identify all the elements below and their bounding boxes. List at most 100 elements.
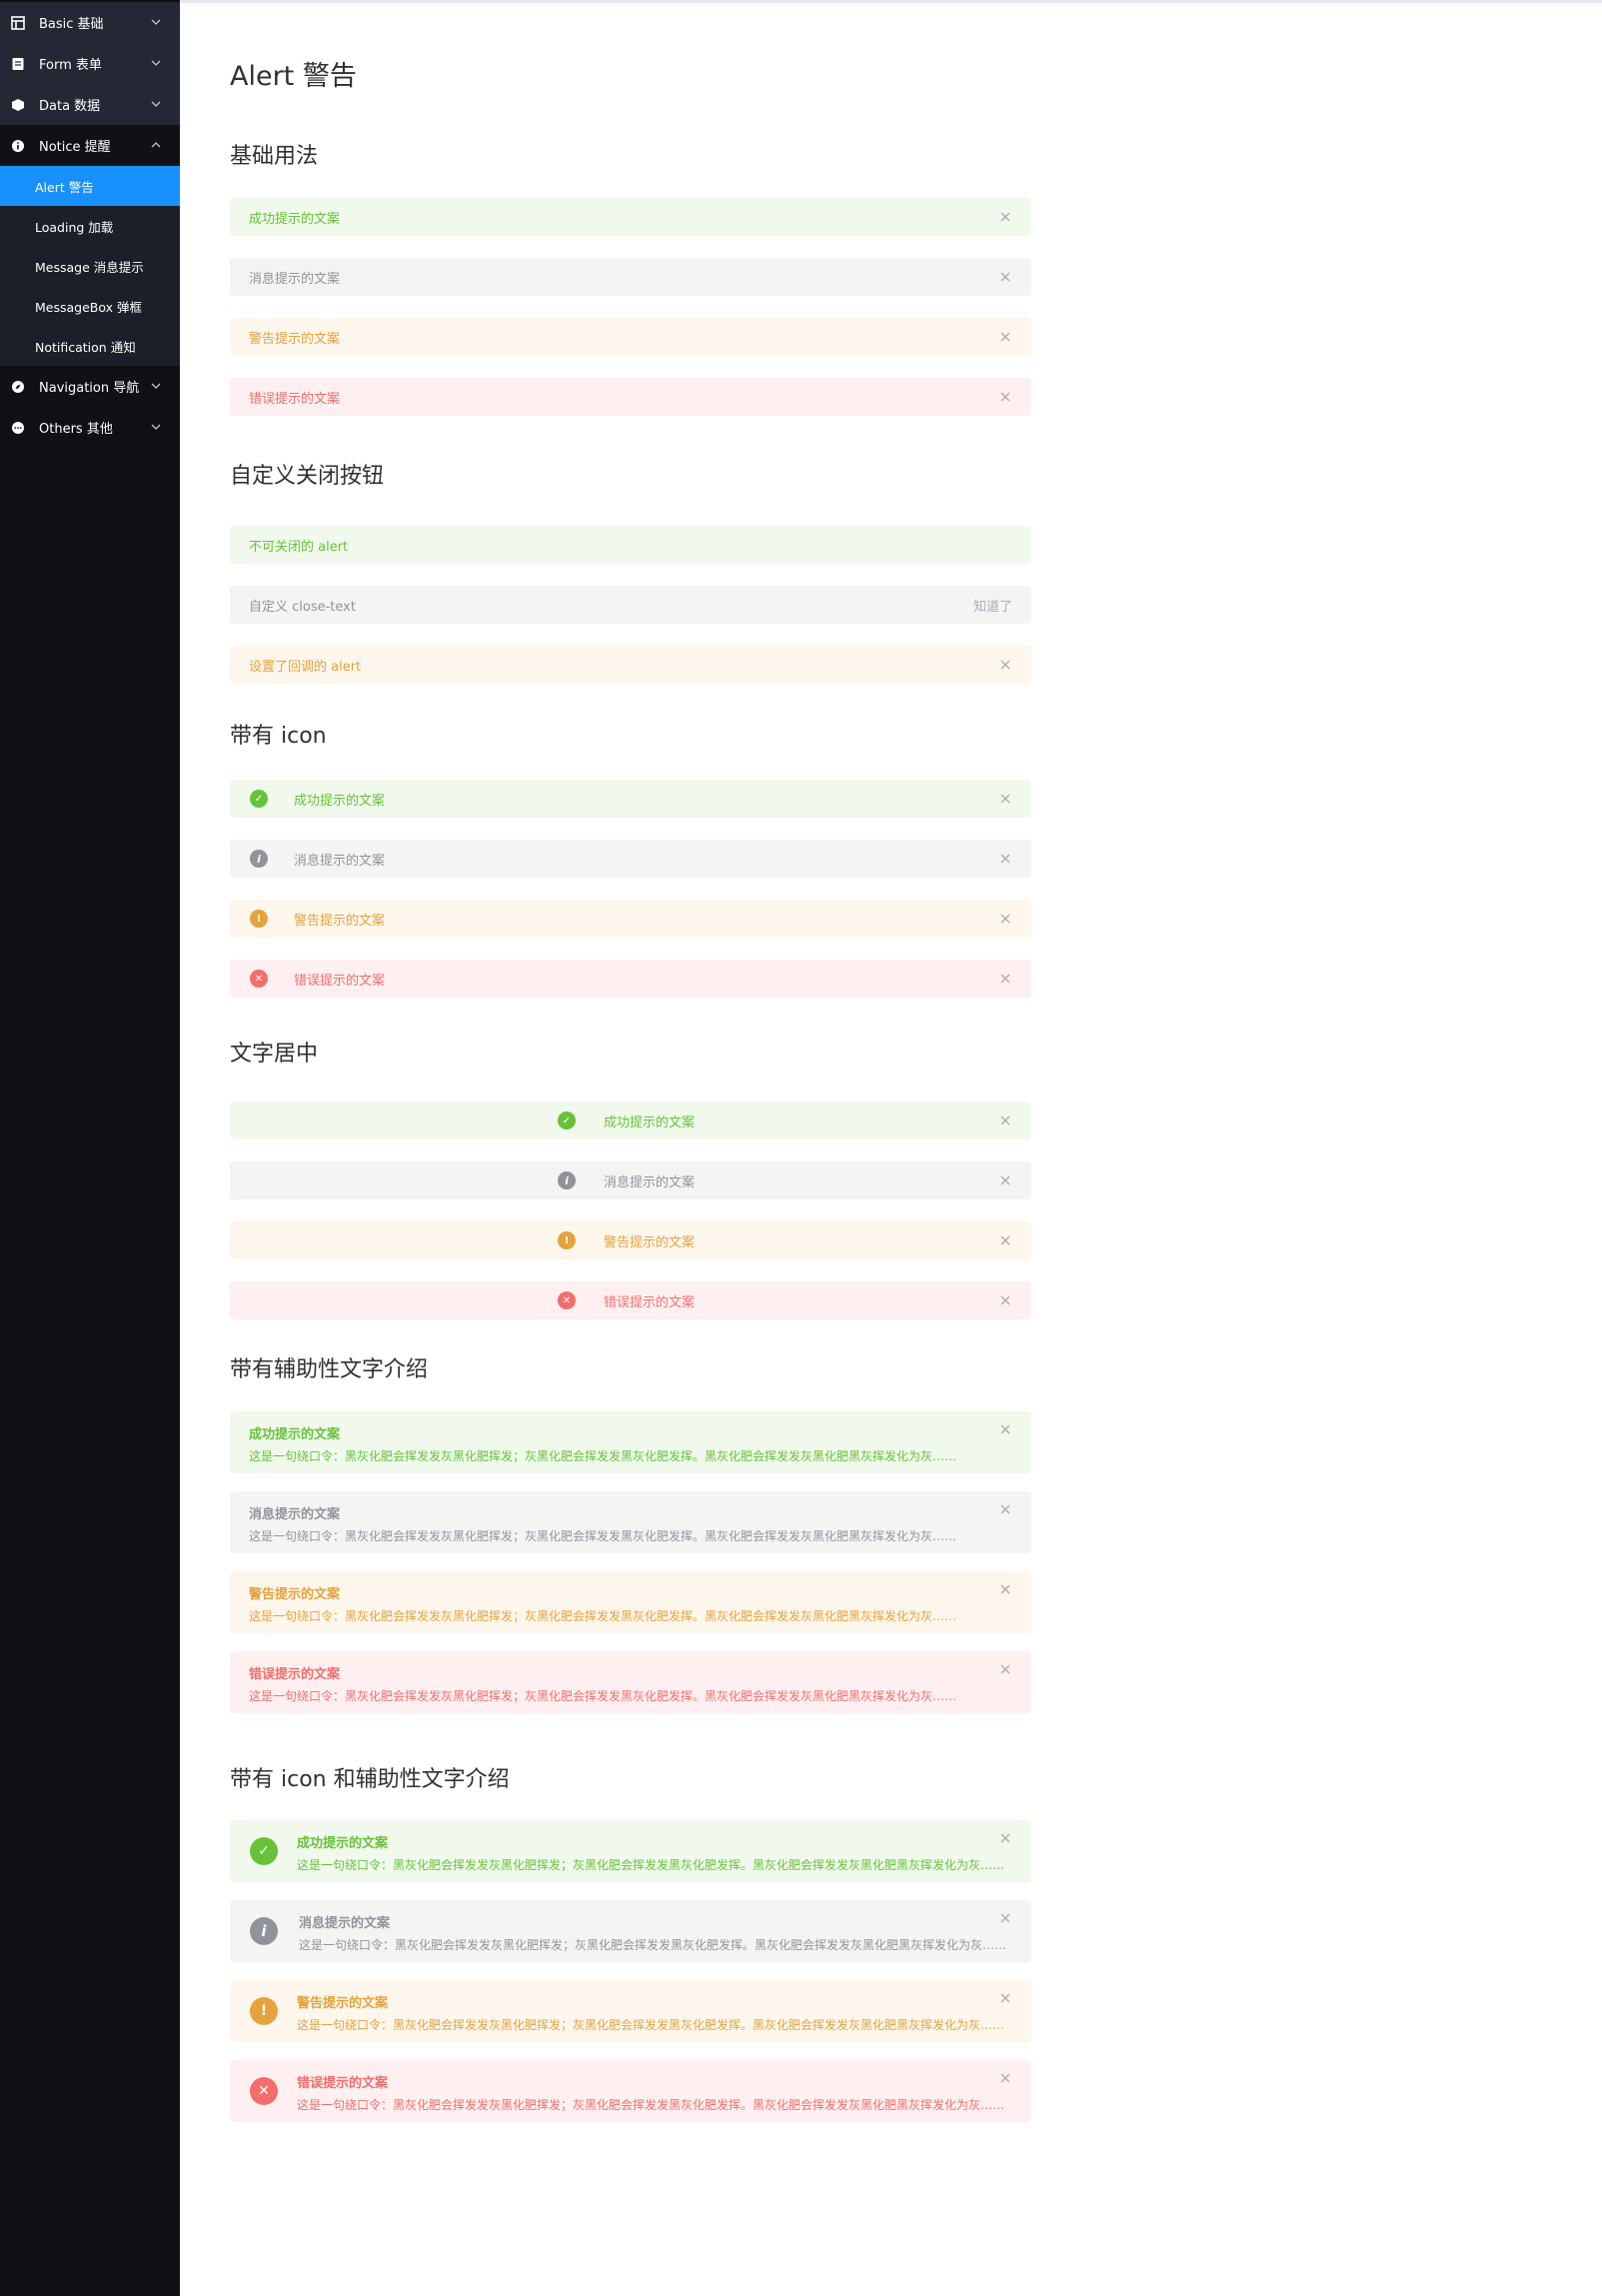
sidebar-item-loading[interactable]: Loading 加载 bbox=[0, 206, 180, 246]
section-title-center: 文字居中 bbox=[230, 1042, 319, 1067]
alert-description: 这是一句绕口令：黑灰化肥会挥发发灰黑化肥挥发；灰黑化肥会挥发发黑灰化肥发挥。黑灰… bbox=[249, 1689, 957, 1703]
sidebar-item-message[interactable]: Message 消息提示 bbox=[0, 246, 180, 286]
alert-text: 警告提示的文案 bbox=[604, 1234, 696, 1250]
alert-text: 消息提示的文案 bbox=[294, 853, 386, 869]
alert-info-desc: 消息提示的文案 这是一句绕口令：黑灰化肥会挥发发灰黑化肥挥发；灰黑化肥会挥发发黑… bbox=[230, 1491, 1031, 1553]
alert-text: 消息提示的文案 bbox=[604, 1174, 696, 1190]
sidebar-item-notification[interactable]: Notification 通知 bbox=[0, 326, 180, 366]
more-icon bbox=[10, 420, 26, 436]
sidebar: Basic 基础 Form 表单 Data 数据 Notice 提醒 Alert… bbox=[0, 0, 180, 2296]
alert-text: 不可关闭的 alert bbox=[249, 539, 349, 555]
section-title-basic: 基础用法 bbox=[230, 144, 319, 169]
section-title-desc: 带有辅助性文字介绍 bbox=[230, 1357, 429, 1382]
menu-others[interactable]: Others 其他 bbox=[0, 407, 180, 448]
chevron-down-icon bbox=[151, 383, 161, 389]
alert-info: 消息提示的文案 bbox=[230, 258, 1031, 296]
menu-label: Data 数据 bbox=[39, 99, 101, 114]
menu-notice[interactable]: Notice 提醒 bbox=[0, 125, 180, 166]
sub-label: Alert 警告 bbox=[35, 179, 94, 195]
menu-navigation[interactable]: Navigation 导航 bbox=[0, 366, 180, 407]
alert-warning-center: ! 警告提示的文案 bbox=[230, 1221, 1031, 1259]
grid-icon bbox=[10, 15, 26, 31]
chevron-up-icon bbox=[151, 142, 161, 148]
close-icon[interactable] bbox=[999, 391, 1011, 403]
close-icon[interactable] bbox=[999, 973, 1011, 985]
close-icon[interactable] bbox=[999, 913, 1011, 925]
sub-label: Loading 加载 bbox=[35, 219, 114, 235]
alert-info-icon-desc: i 消息提示的文案 这是一句绕口令：黑灰化肥会挥发发灰黑化肥挥发；灰黑化肥会挥发… bbox=[230, 1900, 1031, 1962]
info-circle-icon: i bbox=[250, 1917, 278, 1945]
data-icon bbox=[10, 97, 26, 113]
menu-form[interactable]: Form 表单 bbox=[0, 43, 180, 84]
close-icon[interactable] bbox=[999, 2072, 1011, 2084]
chevron-down-icon bbox=[151, 19, 161, 25]
menu-basic[interactable]: Basic 基础 bbox=[0, 2, 180, 43]
close-icon[interactable] bbox=[999, 1294, 1011, 1306]
chevron-down-icon bbox=[151, 424, 161, 430]
close-icon[interactable] bbox=[999, 331, 1011, 343]
alert-success-desc: 成功提示的文案 这是一句绕口令：黑灰化肥会挥发发灰黑化肥挥发；灰黑化肥会挥发发黑… bbox=[230, 1411, 1031, 1473]
close-icon[interactable] bbox=[999, 211, 1011, 223]
alert-description: 这是一句绕口令：黑灰化肥会挥发发灰黑化肥挥发；灰黑化肥会挥发发黑灰化肥发挥。黑灰… bbox=[297, 2098, 1005, 2112]
close-icon[interactable] bbox=[999, 1583, 1011, 1595]
info-circle-icon: i bbox=[250, 850, 268, 868]
close-icon[interactable] bbox=[999, 271, 1011, 283]
close-icon[interactable] bbox=[999, 1174, 1011, 1186]
close-icon[interactable] bbox=[999, 1912, 1011, 1924]
warning-circle-icon: ! bbox=[250, 1997, 278, 2025]
warning-circle-icon: ! bbox=[250, 910, 268, 928]
section-title-custom-close: 自定义关闭按钮 bbox=[230, 464, 385, 489]
alert-custom-close-text: 自定义 close-text 知道了 bbox=[230, 586, 1031, 624]
close-icon[interactable] bbox=[999, 1832, 1011, 1844]
close-icon[interactable] bbox=[999, 1663, 1011, 1675]
alert-text: 错误提示的文案 bbox=[604, 1294, 696, 1310]
alert-title: 警告提示的文案 bbox=[249, 1587, 341, 1602]
alert-success: 成功提示的文案 bbox=[230, 198, 1031, 236]
alert-success-icon-desc: ✓ 成功提示的文案 这是一句绕口令：黑灰化肥会挥发发灰黑化肥挥发；灰黑化肥会挥发… bbox=[230, 1820, 1031, 1882]
alert-text: 自定义 close-text bbox=[249, 599, 356, 615]
close-icon[interactable] bbox=[999, 1503, 1011, 1515]
alert-text: 警告提示的文案 bbox=[249, 331, 341, 347]
alert-error-icon-desc: ✕ 错误提示的文案 这是一句绕口令：黑灰化肥会挥发发灰黑化肥挥发；灰黑化肥会挥发… bbox=[230, 2060, 1031, 2122]
close-icon[interactable] bbox=[999, 1992, 1011, 2004]
alert-not-closable: 不可关闭的 alert bbox=[230, 526, 1031, 564]
alert-title: 错误提示的文案 bbox=[249, 1667, 341, 1682]
sidebar-item-messagebox[interactable]: MessageBox 弹框 bbox=[0, 286, 180, 326]
menu-data[interactable]: Data 数据 bbox=[0, 84, 180, 125]
alert-info-icon: i 消息提示的文案 bbox=[230, 840, 1031, 878]
alert-error-center: ✕ 错误提示的文案 bbox=[230, 1281, 1031, 1319]
alert-title: 消息提示的文案 bbox=[299, 1916, 391, 1931]
alert-text: 警告提示的文案 bbox=[294, 913, 386, 929]
section-title-icon-desc: 带有 icon 和辅助性文字介绍 bbox=[230, 1767, 510, 1792]
close-icon[interactable] bbox=[999, 1234, 1011, 1246]
page-title: Alert 警告 bbox=[230, 61, 357, 92]
chevron-down-icon bbox=[151, 60, 161, 66]
info-circle-icon: i bbox=[558, 1171, 576, 1189]
sub-label: MessageBox 弹框 bbox=[35, 299, 142, 315]
close-icon[interactable] bbox=[999, 1115, 1011, 1127]
alert-text: 成功提示的文案 bbox=[604, 1115, 696, 1131]
alert-description: 这是一句绕口令：黑灰化肥会挥发发灰黑化肥挥发；灰黑化肥会挥发发黑灰化肥发挥。黑灰… bbox=[249, 1609, 957, 1623]
top-divider bbox=[180, 0, 1602, 3]
alert-text: 错误提示的文案 bbox=[294, 973, 386, 989]
menu-label: Notice 提醒 bbox=[39, 140, 111, 155]
alert-callback: 设置了回调的 alert bbox=[230, 646, 1031, 684]
section-title-with-icon: 带有 icon bbox=[230, 724, 327, 749]
alert-warning-icon-desc: ! 警告提示的文案 这是一句绕口令：黑灰化肥会挥发发灰黑化肥挥发；灰黑化肥会挥发… bbox=[230, 1980, 1031, 2042]
alert-description: 这是一句绕口令：黑灰化肥会挥发发灰黑化肥挥发；灰黑化肥会挥发发黑灰化肥发挥。黑灰… bbox=[299, 1938, 1007, 1952]
close-icon[interactable] bbox=[999, 793, 1011, 805]
close-icon[interactable] bbox=[999, 1423, 1011, 1435]
alert-error-desc: 错误提示的文案 这是一句绕口令：黑灰化肥会挥发发灰黑化肥挥发；灰黑化肥会挥发发黑… bbox=[230, 1651, 1031, 1713]
close-icon[interactable] bbox=[999, 659, 1011, 671]
alert-description: 这是一句绕口令：黑灰化肥会挥发发灰黑化肥挥发；灰黑化肥会挥发发黑灰化肥发挥。黑灰… bbox=[249, 1529, 957, 1543]
error-circle-icon: ✕ bbox=[250, 970, 268, 988]
check-circle-icon: ✓ bbox=[250, 790, 268, 808]
close-icon[interactable] bbox=[999, 853, 1011, 865]
sidebar-item-alert[interactable]: Alert 警告 bbox=[0, 166, 180, 206]
menu-label: Others 其他 bbox=[39, 422, 113, 437]
chevron-down-icon bbox=[151, 101, 161, 107]
close-text-button[interactable]: 知道了 bbox=[973, 596, 1012, 615]
alert-title: 警告提示的文案 bbox=[297, 1996, 389, 2011]
alert-text: 成功提示的文案 bbox=[249, 211, 341, 227]
form-icon bbox=[10, 56, 26, 72]
